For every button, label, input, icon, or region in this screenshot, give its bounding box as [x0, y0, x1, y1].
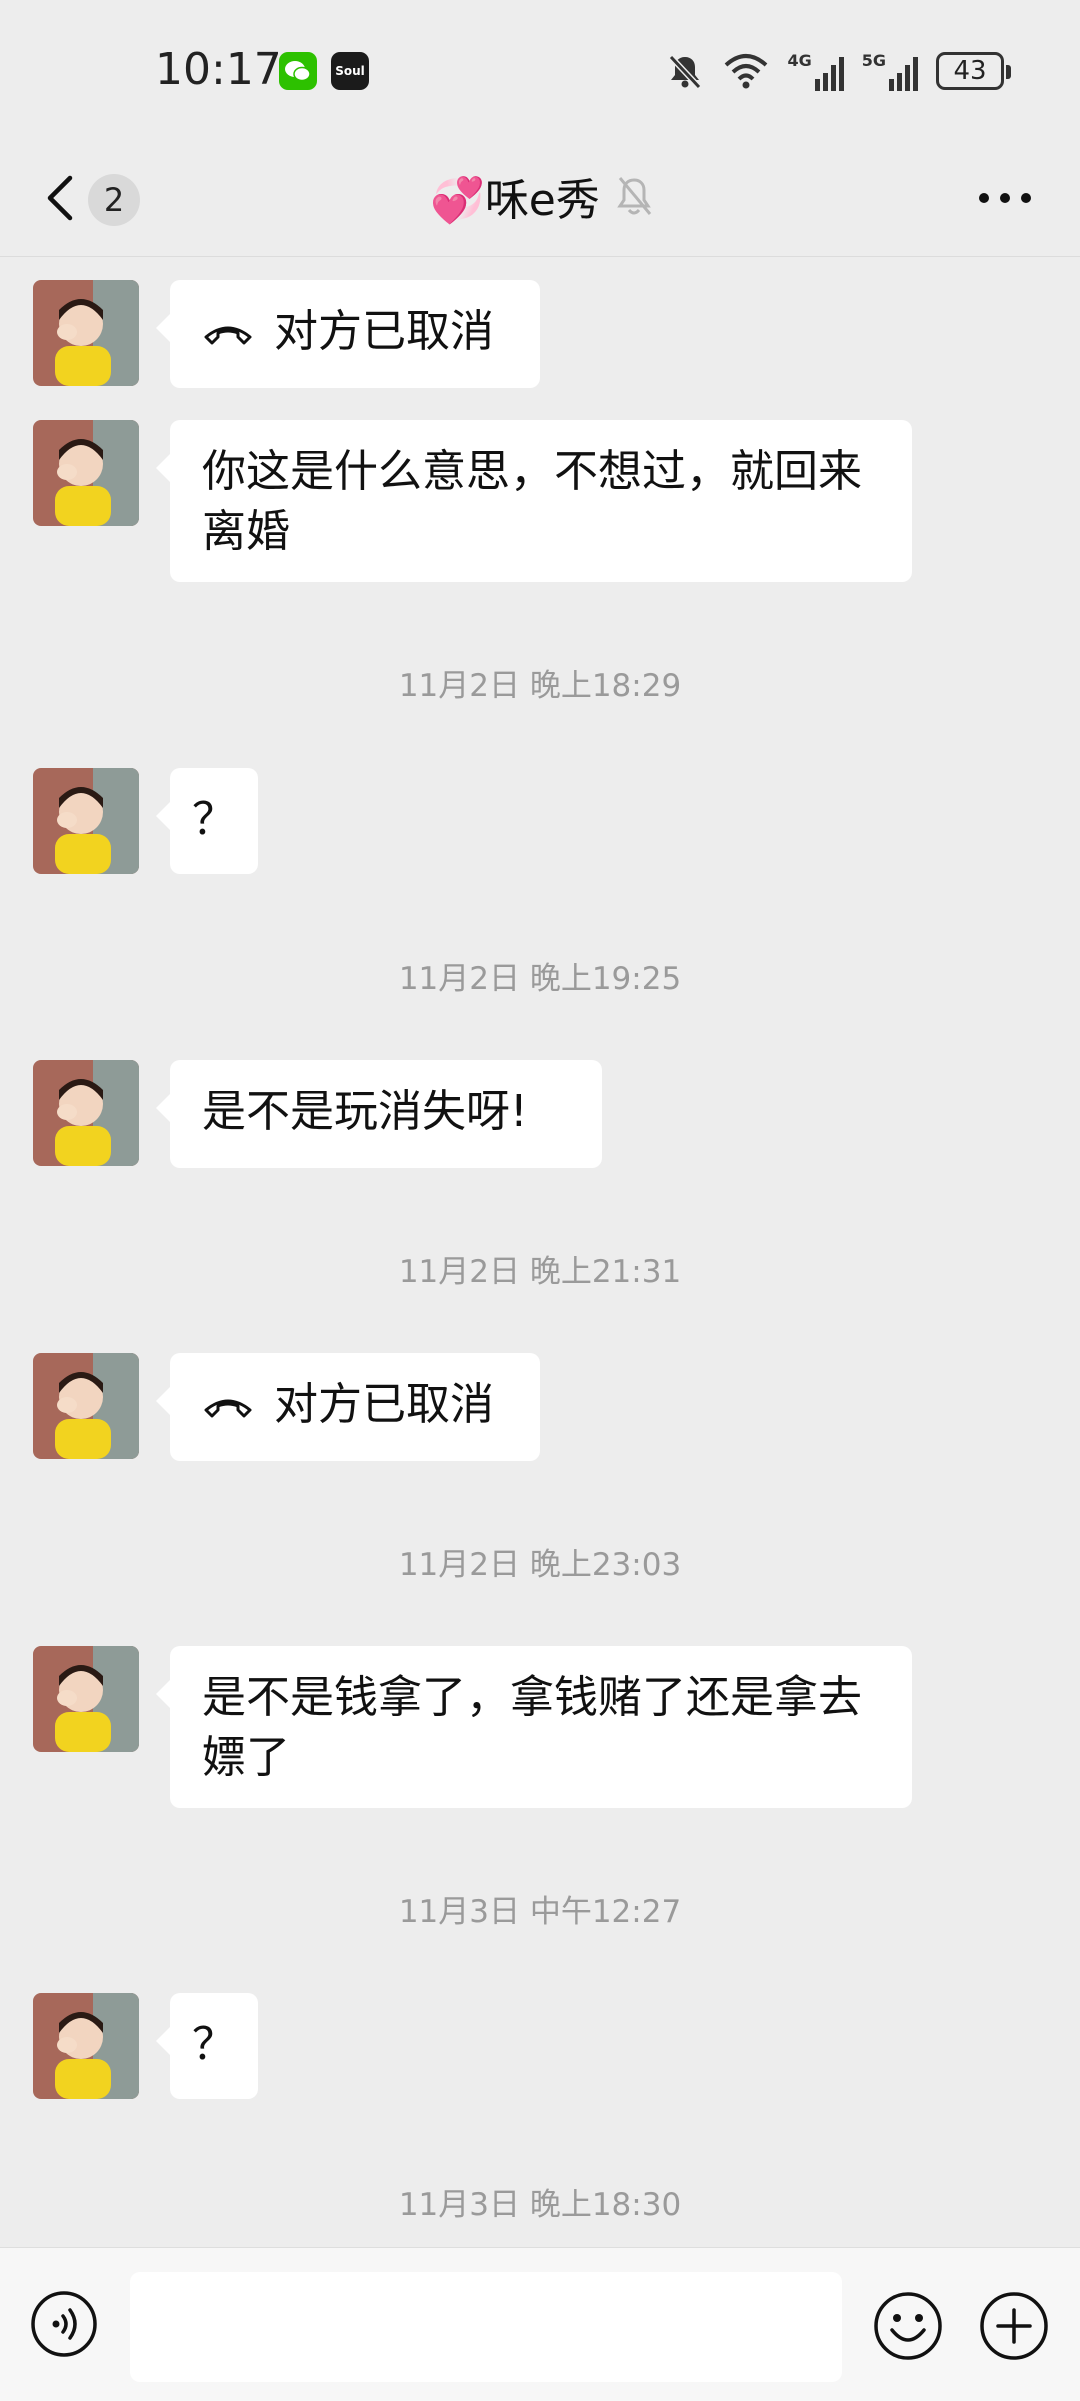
call-record-bubble[interactable]: 对方已取消	[156, 1353, 540, 1461]
message-timestamp: 11月2日 晚上21:31	[398, 1254, 682, 1290]
contact-avatar[interactable]	[33, 420, 139, 526]
network-5g-label: 5G	[861, 51, 886, 70]
call-status-text: 对方已取消	[274, 1379, 494, 1430]
mute-bell-icon	[612, 172, 656, 220]
mute-bell-icon	[669, 54, 702, 90]
chat-header: 2 💞咊e秀	[0, 140, 1080, 257]
emoji-button[interactable]	[872, 2290, 944, 2362]
more-functions-button[interactable]	[978, 2290, 1050, 2362]
call-status-text: 对方已取消	[274, 306, 494, 357]
more-dots-icon	[979, 193, 1031, 203]
wifi-icon	[725, 54, 768, 89]
message-timestamp: 11月3日 中午12:27	[398, 1894, 682, 1930]
contact-avatar[interactable]	[33, 280, 139, 386]
plus-icon	[980, 2292, 1048, 2360]
message-bubble[interactable]: ？	[156, 768, 258, 874]
chevron-left-icon	[47, 175, 73, 221]
voice-input-button[interactable]	[30, 2290, 98, 2358]
contact-avatar[interactable]	[33, 1646, 139, 1752]
message-bubble[interactable]: 是不是钱拿了，拿钱赌了还是拿去嫖了	[156, 1646, 912, 1808]
message-input[interactable]	[130, 2272, 842, 2382]
message-timestamp: 11月2日 晚上23:03	[398, 1547, 682, 1583]
contact-avatar[interactable]	[33, 1353, 139, 1459]
message-bubble[interactable]: 你这是什么意思，不想过，就回来离婚	[156, 420, 912, 582]
phone-hangup-icon	[204, 1399, 252, 1418]
status-bar: 10:17 Soul 4G 5G 43	[0, 0, 1080, 140]
message-timestamp: 11月2日 晚上19:25	[398, 961, 682, 997]
signal-4g-icon: 4G	[787, 51, 844, 91]
contact-avatar[interactable]	[33, 768, 139, 874]
more-options-button[interactable]	[976, 190, 1034, 206]
battery-indicator: 43	[936, 52, 1011, 90]
status-icons: 4G 5G 43	[665, 48, 1011, 94]
message-timestamp: 11月2日 晚上18:29	[398, 668, 682, 704]
network-4g-label: 4G	[787, 51, 812, 70]
message-bubble[interactable]: 是不是玩消失呀!	[156, 1060, 602, 1168]
input-bar	[0, 2247, 1080, 2401]
phone-hangup-icon	[204, 326, 252, 345]
wechat-notification-icon	[279, 52, 317, 90]
contact-avatar[interactable]	[33, 1060, 139, 1166]
back-button[interactable]	[40, 170, 84, 226]
emoji-icon	[874, 2292, 942, 2360]
contact-avatar[interactable]	[33, 1993, 139, 2099]
status-time: 10:17	[155, 44, 282, 95]
soul-notification-icon: Soul	[331, 52, 369, 90]
message-timestamp: 11月3日 晚上18:30	[398, 2187, 682, 2223]
message-bubble[interactable]: ？	[156, 1993, 258, 2099]
unread-count-badge[interactable]: 2	[88, 174, 140, 226]
voice-icon	[31, 2291, 97, 2357]
chat-title[interactable]: 💞咊e秀	[430, 164, 600, 228]
call-record-bubble[interactable]: 对方已取消	[156, 280, 540, 388]
signal-5g-icon: 5G	[862, 51, 918, 91]
